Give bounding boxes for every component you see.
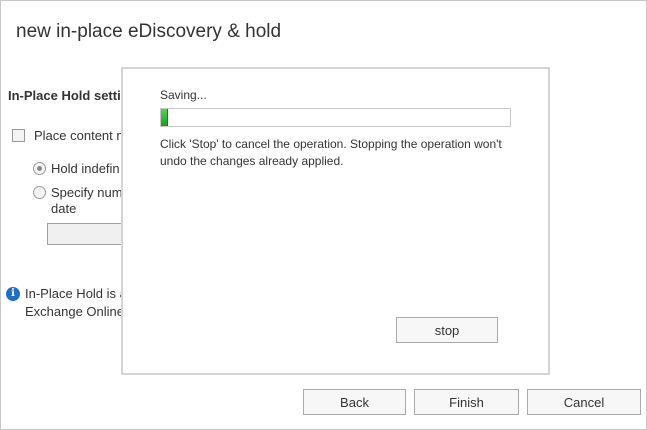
back-button[interactable]: Back [303, 389, 406, 415]
saving-status-label: Saving... [160, 88, 207, 102]
finish-button[interactable]: Finish [414, 389, 519, 415]
hold-indefinitely-label: Hold indefin [51, 161, 120, 176]
place-content-label: Place content m [34, 128, 128, 143]
specify-number-label-line1: Specify numl [51, 185, 126, 200]
saving-dialog-message: Click 'Stop' to cancel the operation. St… [160, 137, 502, 168]
hold-indefinitely-radio[interactable] [33, 162, 46, 175]
place-content-checkbox-row[interactable]: Place content m [12, 128, 127, 143]
in-place-hold-settings-heading: In-Place Hold setti [8, 88, 121, 103]
place-content-checkbox[interactable] [12, 129, 25, 142]
window-title: new in-place eDiscovery & hold [16, 21, 282, 42]
stop-button[interactable]: stop [396, 317, 498, 343]
in-place-hold-info-text: In-Place Hold is a Exchange Online [25, 286, 127, 319]
saving-progress-bar [160, 108, 511, 127]
specify-number-radio[interactable] [33, 186, 46, 199]
saving-dialog: Saving... Click 'Stop' to cancel the ope… [121, 67, 550, 375]
info-icon: i [6, 287, 20, 301]
specify-number-radio-row[interactable]: Specify numl date [33, 185, 125, 217]
specify-number-label: Specify numl date [51, 185, 125, 217]
cancel-button[interactable]: Cancel [527, 389, 641, 415]
wizard-window: new in-place eDiscovery & hold In-Place … [0, 0, 647, 430]
hold-indefinitely-radio-row[interactable]: Hold indefin [33, 161, 120, 177]
specify-number-label-line2: date [51, 201, 77, 216]
saving-progress-fill [161, 109, 168, 126]
